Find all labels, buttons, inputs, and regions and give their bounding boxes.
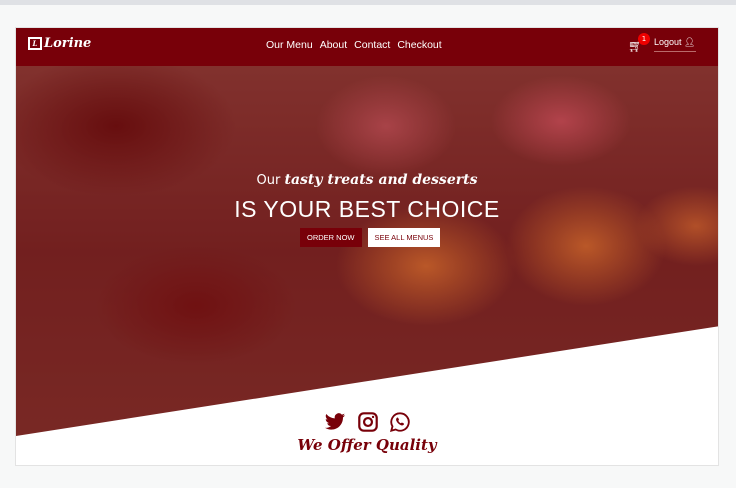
nav-about[interactable]: About — [320, 39, 347, 51]
logo-mark: L — [28, 37, 42, 50]
instagram-icon[interactable] — [357, 411, 379, 433]
order-now-button[interactable]: ORDER NOW — [300, 228, 362, 247]
navbar: L Lorine Our Menu About Contact Checkout … — [16, 28, 718, 66]
page: L Lorine Our Menu About Contact Checkout … — [15, 27, 719, 466]
hero-title: IS YOUR BEST CHOICE — [234, 196, 500, 222]
logout-link[interactable]: Logout 👤︎ — [654, 37, 696, 52]
user-icon: 👤︎ — [684, 37, 696, 47]
twitter-icon[interactable] — [323, 411, 347, 433]
hero-sub-script: tasty treats and desserts — [284, 172, 478, 188]
cart-badge: 1 — [638, 33, 650, 45]
section-title: We Offer Quality — [297, 436, 437, 454]
nav-our-menu[interactable]: Our Menu — [266, 39, 313, 51]
hero-subtitle: Our tasty treats and desserts — [16, 172, 718, 188]
see-all-menus-button[interactable]: SEE ALL MENUS — [367, 228, 441, 247]
whatsapp-icon[interactable] — [389, 411, 411, 433]
logo[interactable]: L Lorine — [28, 36, 91, 51]
nav-contact[interactable]: Contact — [354, 39, 390, 51]
hero-sub-plain: Our — [256, 173, 281, 188]
brand-name: Lorine — [44, 36, 92, 51]
social-links — [16, 411, 718, 433]
nav-checkout[interactable]: Checkout — [397, 39, 441, 51]
logout-label: Logout — [654, 37, 682, 47]
main-menu: Our Menu About Contact Checkout — [266, 39, 442, 51]
browser-bar — [0, 0, 736, 5]
